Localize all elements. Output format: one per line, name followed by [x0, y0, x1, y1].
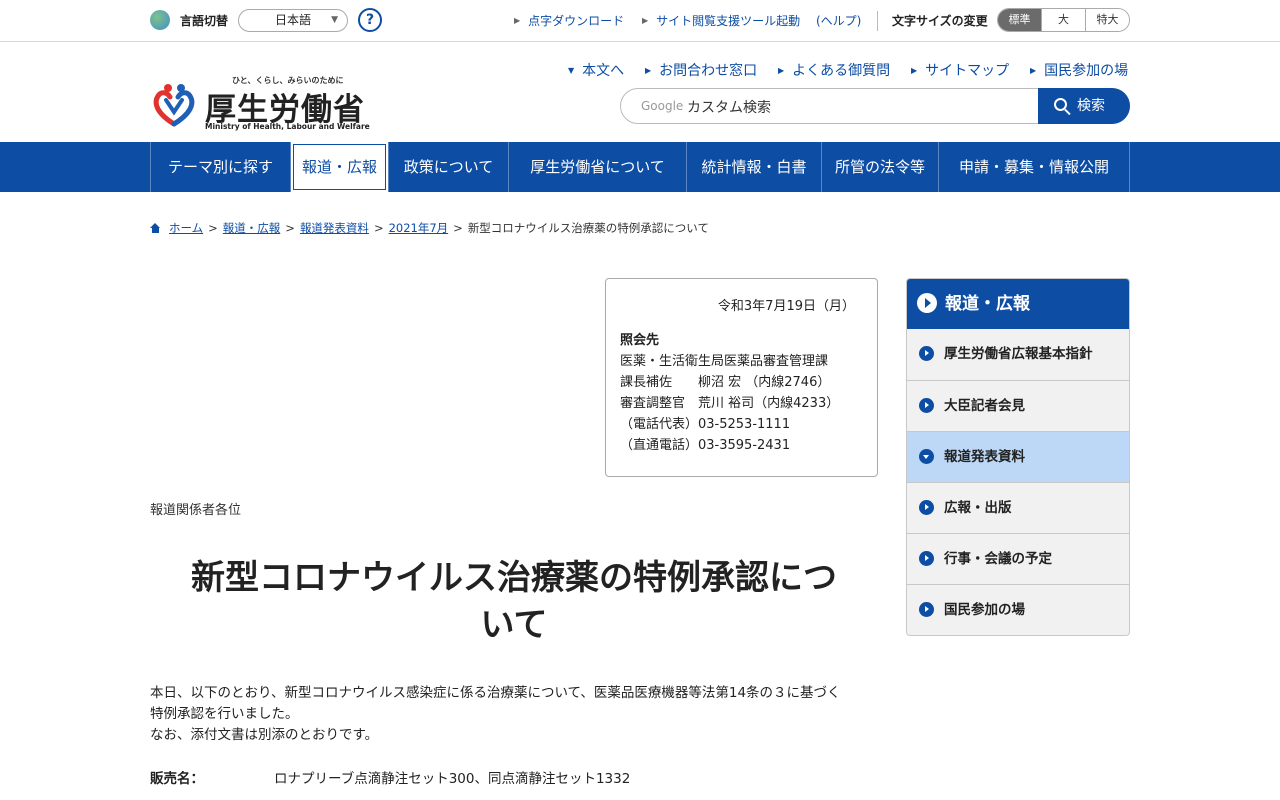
breadcrumb-press[interactable]: 報道・広報	[223, 221, 281, 235]
contact-title: 照会先	[620, 333, 660, 348]
page-title: 新型コロナウイルス治療薬の特例承認につ いて	[191, 558, 837, 645]
sidebar-item-publications[interactable]: 広報・出版	[907, 482, 1129, 533]
sidebar-item-press-conference[interactable]: 大臣記者会見	[907, 380, 1129, 431]
nav-item-statistics[interactable]: 統計情報・白書	[686, 142, 821, 192]
arrow-circle-icon	[919, 551, 934, 566]
search-button[interactable]: 検索	[1038, 88, 1130, 124]
font-size-large-button[interactable]: 大	[1041, 9, 1085, 31]
header-link-sitemap[interactable]: ▶ サイトマップ	[911, 60, 1009, 80]
arrow-circle-icon	[917, 293, 937, 313]
release-date: 令和3年7月19日（月）	[717, 299, 855, 314]
arrow-circle-icon	[919, 398, 934, 413]
breadcrumb-press-releases[interactable]: 報道発表資料	[300, 221, 369, 235]
search-brand: Google	[641, 99, 684, 113]
language-label: 言語切替	[180, 14, 229, 28]
divider	[877, 11, 878, 31]
header-link-faq[interactable]: ▶ よくある御質問	[778, 60, 890, 80]
contact-line: （電話代表）03-5253-1111	[620, 417, 791, 432]
font-size-standard-button[interactable]: 標準	[998, 9, 1041, 31]
contact-line: （直通電話）03-3595-2431	[620, 438, 791, 453]
language-select[interactable]: 日本語 ▼	[238, 9, 348, 32]
header-link-contact[interactable]: ▶ お問合わせ窓口	[645, 60, 757, 80]
font-size-switcher: 標準 大 特大	[997, 8, 1130, 32]
help-icon[interactable]: ?	[358, 8, 382, 32]
nav-item-laws[interactable]: 所管の法令等	[821, 142, 938, 192]
breadcrumb-month[interactable]: 2021年7月	[389, 221, 449, 235]
sidebar-item-participation[interactable]: 国民参加の場	[907, 584, 1129, 635]
nav-item-about[interactable]: 厚生労働省について	[508, 142, 686, 192]
sidebar-item-press-releases[interactable]: 報道発表資料	[907, 431, 1129, 482]
nav-item-applications[interactable]: 申請・募集・情報公開	[938, 142, 1130, 192]
contact-line: 課長補佐 柳沼 宏 （内線2746）	[620, 375, 831, 390]
globe-icon	[150, 10, 170, 30]
font-size-xlarge-button[interactable]: 特大	[1085, 9, 1129, 31]
arrow-circle-icon	[919, 346, 934, 361]
article-body: 本日、以下のとおり、新型コロナウイルス感染症に係る治療薬について、医薬品医療機器…	[150, 685, 841, 743]
sidebar-item-pr-policy[interactable]: 厚生労働省広報基本指針	[907, 329, 1129, 380]
arrow-down-icon: ▼	[568, 66, 575, 75]
arrow-right-icon: ▶	[645, 66, 652, 75]
arrow-right-icon: ▶	[642, 16, 649, 25]
chevron-down-icon: ▼	[331, 15, 338, 25]
breadcrumb: ホーム > 報道・広報 > 報道発表資料 >2021年7月 > 新型コロナウイルス治療薬の特例…	[150, 220, 709, 236]
mhlw-logo-icon[interactable]	[150, 80, 198, 130]
braille-download-link[interactable]: ▶ 点字ダウンロード	[514, 12, 624, 29]
nav-item-press[interactable]: 報道・広報	[290, 142, 388, 192]
arrow-circle-down-icon	[919, 449, 934, 464]
arrow-right-icon: ▶	[1030, 66, 1037, 75]
utility-bar: 言語切替 日本語 ▼ ? ▶ 点字ダウンロード ▶ サイト閲覧支援ツール起動 (ヘル…	[0, 0, 1280, 42]
addressee: 報道関係者各位	[150, 503, 242, 518]
logo-english: Ministry of Health, Labour and Welfare	[205, 122, 370, 131]
header-link-participation[interactable]: ▶ 国民参加の場	[1030, 60, 1128, 80]
help-link[interactable]: (ヘルプ)	[816, 12, 861, 29]
sidebar: 報道・広報 厚生労働省広報基本指針 大臣記者会見 報道発表資料 広報・出版 行事…	[906, 278, 1130, 636]
arrow-right-icon: ▶	[514, 16, 521, 25]
arrow-circle-icon	[919, 500, 934, 515]
header-link-main-content[interactable]: ▼ 本文へ	[568, 60, 624, 80]
arrow-circle-icon	[919, 602, 934, 617]
language-value: 日本語	[275, 13, 312, 27]
product-name-label: 販売名：	[150, 771, 204, 787]
font-size-label: 文字サイズの変更	[892, 14, 988, 28]
browsing-tool-link[interactable]: ▶ サイト閲覧支援ツール起動	[642, 12, 800, 29]
home-icon	[150, 223, 161, 233]
arrow-right-icon: ▶	[911, 66, 918, 75]
sidebar-title[interactable]: 報道・広報	[907, 279, 1129, 329]
product-name-value: ロナプリーブ点滴静注セット300、同点滴静注セット1332	[274, 771, 631, 787]
search-icon	[1054, 98, 1067, 111]
breadcrumb-home[interactable]: ホーム	[169, 221, 203, 235]
contact-line: 医薬・生活衛生局医薬品審査管理課	[620, 354, 829, 369]
contact-line: 審査調整官 荒川 裕司（内線4233）	[620, 396, 840, 411]
contact-box: 令和3年7月19日（月） 照会先 医薬・生活衛生局医薬品審査管理課 課長補佐 柳…	[605, 278, 878, 477]
nav-item-policy[interactable]: 政策について	[388, 142, 508, 192]
breadcrumb-current: 新型コロナウイルス治療薬の特例承認について	[467, 221, 709, 235]
nav-item-themes[interactable]: テーマ別に探す	[150, 142, 290, 192]
search-placeholder: カスタム検索	[687, 100, 771, 116]
arrow-right-icon: ▶	[778, 66, 785, 75]
sidebar-item-events[interactable]: 行事・会議の予定	[907, 533, 1129, 584]
global-nav: テーマ別に探す 報道・広報 政策について 厚生労働省について 統計情報・白書 所…	[0, 142, 1280, 192]
